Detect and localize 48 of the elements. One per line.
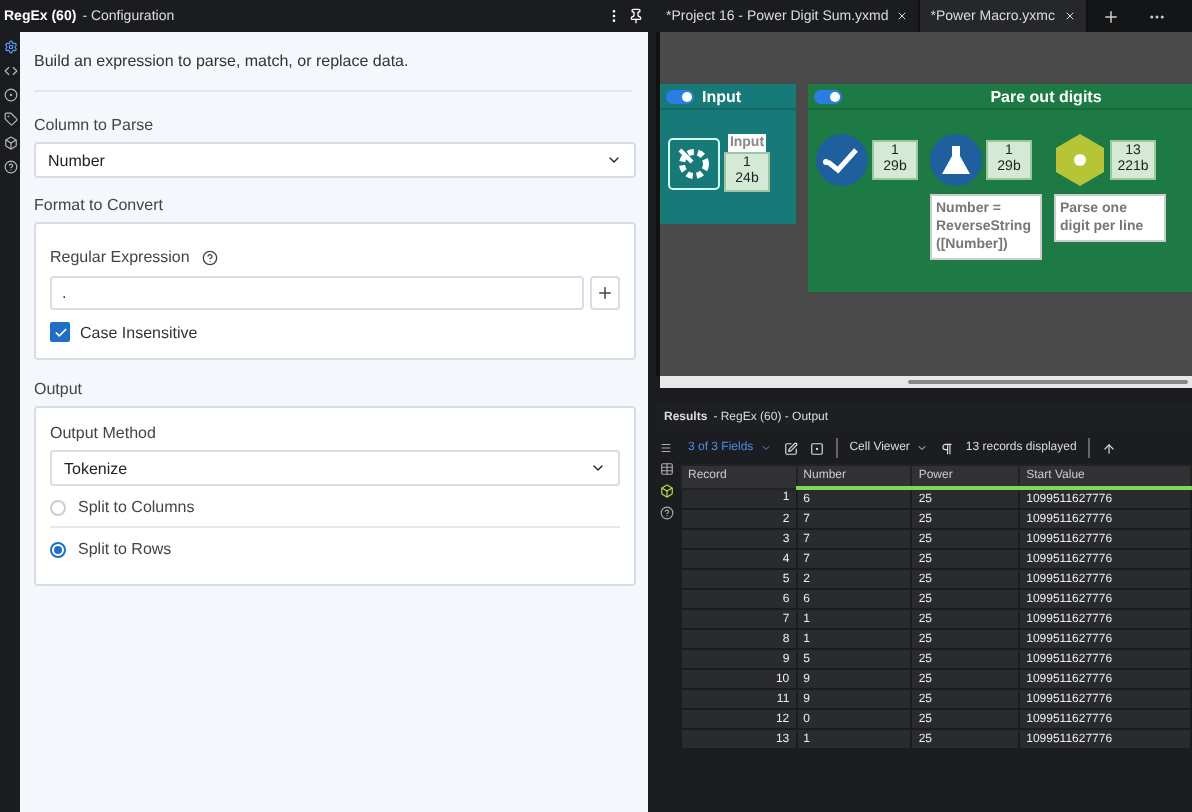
chevron-down-icon [606,152,622,168]
close-icon[interactable] [1063,10,1075,22]
chevron-down-icon [590,460,606,476]
help-icon[interactable] [659,506,673,520]
section-heading: Format to Convert [34,196,165,214]
radio-label: Split to Rows [78,540,172,558]
description-text: Build an expression to parse, match, or replace data. [34,52,632,92]
plus-icon [1101,7,1119,25]
settings-icon[interactable] [3,40,17,54]
close-icon[interactable] [896,10,909,22]
chevron-down-icon [759,442,772,454]
radio-label: Split to Columns [78,498,195,516]
column-select[interactable]: Number [34,142,636,178]
regex-field[interactable]: . [50,276,584,310]
cube-icon[interactable] [3,136,17,150]
add-button[interactable] [590,276,620,310]
menu-icon[interactable] [660,442,672,454]
table-icon[interactable] [659,462,673,476]
container-title: Input [702,87,744,105]
hexagon-tool-icon[interactable] [1054,134,1106,186]
toggle-switch[interactable] [666,89,694,103]
flask-tool-icon[interactable] [930,134,982,186]
circle-icon[interactable] [3,88,17,102]
code-icon[interactable] [3,64,17,78]
checkbox-label: Case Insensitive [80,323,198,341]
gear-tool-icon[interactable] [668,137,720,189]
chevron-down-icon [915,442,928,454]
toggle-switch[interactable] [814,89,842,103]
help-icon[interactable] [3,160,17,174]
cube-icon[interactable] [659,484,673,498]
edit-icon[interactable] [783,441,798,455]
radio-button[interactable] [50,541,66,557]
checkmark-tool-icon[interactable] [816,134,868,186]
help-icon[interactable] [201,249,218,265]
field-label: Column to Parse [34,116,156,134]
pin-icon[interactable] [628,8,644,24]
square-icon[interactable] [809,441,824,455]
container-title: Pare out digits [988,87,1104,105]
arrow-up-icon[interactable] [1102,441,1117,455]
plus-icon [596,284,614,302]
field-label: Regular Expression [50,248,190,266]
field-label: Output Method [50,424,158,442]
section-heading: Output [34,380,85,398]
method-select[interactable]: Tokenize [50,450,620,486]
checkbox[interactable] [50,322,70,342]
tag-icon[interactable] [3,112,17,126]
pilcrow-icon[interactable] [939,441,954,455]
scrollbar-thumb[interactable] [908,380,1188,384]
